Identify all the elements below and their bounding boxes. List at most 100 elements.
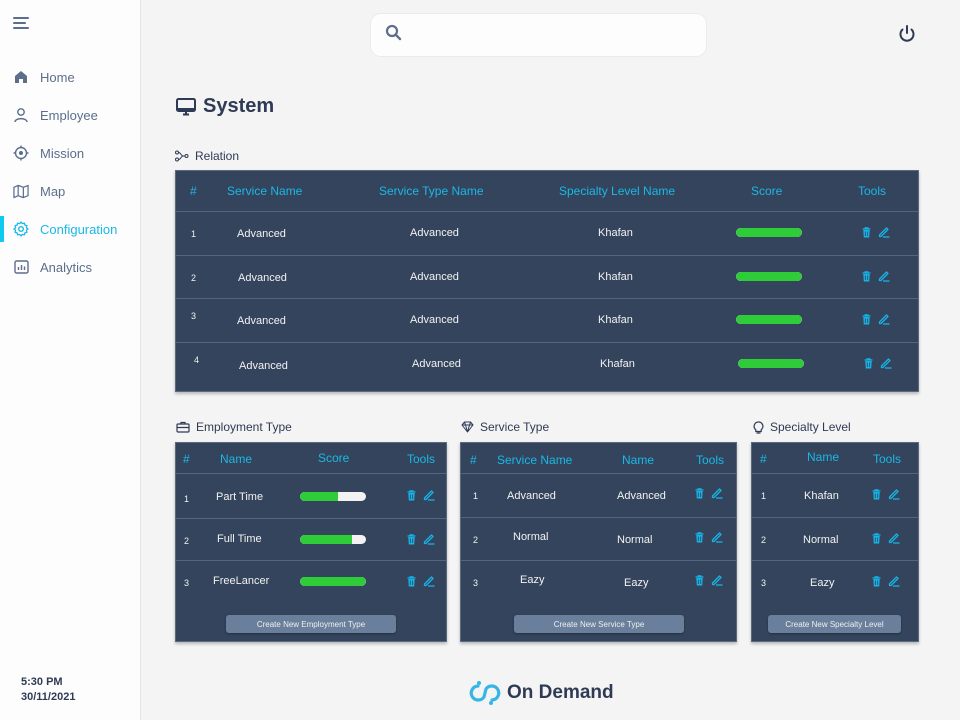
sidebar-item-map[interactable]: Map [0,172,140,210]
name-cell: FreeLancer [213,575,270,587]
employment-header-tools: Tools [407,452,436,466]
score-bar-fill [736,272,802,281]
delete-button[interactable] [872,532,881,544]
pencil-icon [423,490,435,501]
row-tools [872,575,900,587]
specialty-header-tools: Tools [873,452,902,466]
score-bar [738,359,804,368]
relation-icon [175,150,189,162]
clock-date: 30/11/2021 [21,691,76,703]
sidebar-item-home[interactable]: Home [0,58,140,96]
trash-icon [862,270,871,281]
trash-icon [862,313,871,324]
briefcase-icon [176,421,190,433]
delete-button[interactable] [862,270,871,282]
search-input[interactable] [412,27,692,43]
service-name-cell: Eazy [520,574,545,586]
row-tools [862,313,890,325]
sidebar-item-label: Analytics [40,259,93,275]
edit-button[interactable] [423,575,435,587]
name-cell: Normal [617,534,653,546]
service-name-cell: Advanced [237,228,286,240]
search-bar[interactable] [370,13,707,57]
table-row: 3 FreeLancer [176,560,446,602]
sidebar-item-label: Mission [40,145,85,161]
service-type-name-cell: Advanced [410,314,459,326]
edit-button[interactable] [880,357,892,369]
power-icon [899,25,915,42]
name-cell: Advanced [617,490,666,502]
relation-header-specialty-level-name: Specialty Level Name [559,184,676,198]
edit-button[interactable] [423,489,435,501]
service-header-name: Name [622,453,655,467]
table-row: 2 Advanced Advanced Khafan [176,255,918,299]
score-bar-fill [300,577,366,586]
name-cell: Eazy [624,577,649,589]
service-header-index: # [470,453,477,467]
edit-button[interactable] [711,531,723,543]
edit-button[interactable] [423,533,435,545]
sidebar-item-analytics[interactable]: Analytics [0,248,140,286]
edit-button[interactable] [888,575,900,587]
edit-button[interactable] [878,226,890,238]
delete-button[interactable] [695,574,704,586]
delete-button[interactable] [407,533,416,545]
sidebar-item-label: Home [40,69,75,85]
delete-button[interactable] [862,226,871,238]
power-button[interactable] [896,23,918,45]
score-bar-fill [738,359,804,368]
sidebar-item-label: Configuration [40,221,118,237]
specialty-level-name-cell: Khafan [598,271,633,283]
delete-button[interactable] [862,313,871,325]
sidebar-item-employee[interactable]: Employee [0,96,140,134]
score-bar-fill [736,228,802,237]
edit-button[interactable] [888,532,900,544]
delete-button[interactable] [695,487,704,499]
map-icon [13,183,29,199]
create-specialty-level-button[interactable]: Create New Specialty Level [768,615,901,633]
clock-time: 5:30 PM [21,676,63,688]
row-index: 1 [191,229,197,239]
delete-button[interactable] [695,531,704,543]
relation-label: Relation [175,149,239,163]
service-type-name-cell: Advanced [410,227,459,239]
delete-button[interactable] [872,488,881,500]
delete-button[interactable] [864,357,873,369]
pencil-icon [711,575,723,586]
create-service-type-button[interactable]: Create New Service Type [514,615,684,633]
delete-button[interactable] [872,575,881,587]
edit-button[interactable] [711,574,723,586]
pencil-icon [878,314,890,325]
trash-icon [695,531,704,542]
create-employment-type-button[interactable]: Create New Employment Type [226,615,396,633]
service-header-tools: Tools [696,453,725,467]
row-tools [695,487,723,499]
delete-button[interactable] [407,575,416,587]
row-index: 2 [761,535,767,545]
edit-button[interactable] [878,313,890,325]
sidebar-item-mission[interactable]: Mission [0,134,140,172]
row-index: 1 [184,494,190,504]
score-bar [300,535,366,544]
table-row: 2 Full Time [176,518,446,563]
edit-button[interactable] [711,487,723,499]
name-cell: Part Time [216,491,264,503]
employment-type-table: # Name Score Tools 1 Part Time 2 Full Time 3… [175,442,447,642]
delete-button[interactable] [407,489,416,501]
sidebar-item-configuration[interactable]: Configuration [0,210,140,248]
sidebar: Home Employee Mission Map Configuration … [0,0,141,720]
edit-button[interactable] [878,270,890,282]
row-index: 4 [194,355,200,365]
service-name-cell: Advanced [239,360,288,372]
pencil-icon [888,576,900,587]
trash-icon [407,533,416,544]
sidebar-nav: Home Employee Mission Map Configuration … [0,58,140,286]
table-row: 3 Eazy [752,560,918,604]
menu-icon[interactable] [13,17,29,29]
trash-icon [695,487,704,498]
edit-button[interactable] [888,488,900,500]
table-row: 1 Khafan [752,473,918,517]
score-bar [736,272,802,281]
row-tools [872,532,900,544]
service-name-cell: Advanced [237,315,286,327]
